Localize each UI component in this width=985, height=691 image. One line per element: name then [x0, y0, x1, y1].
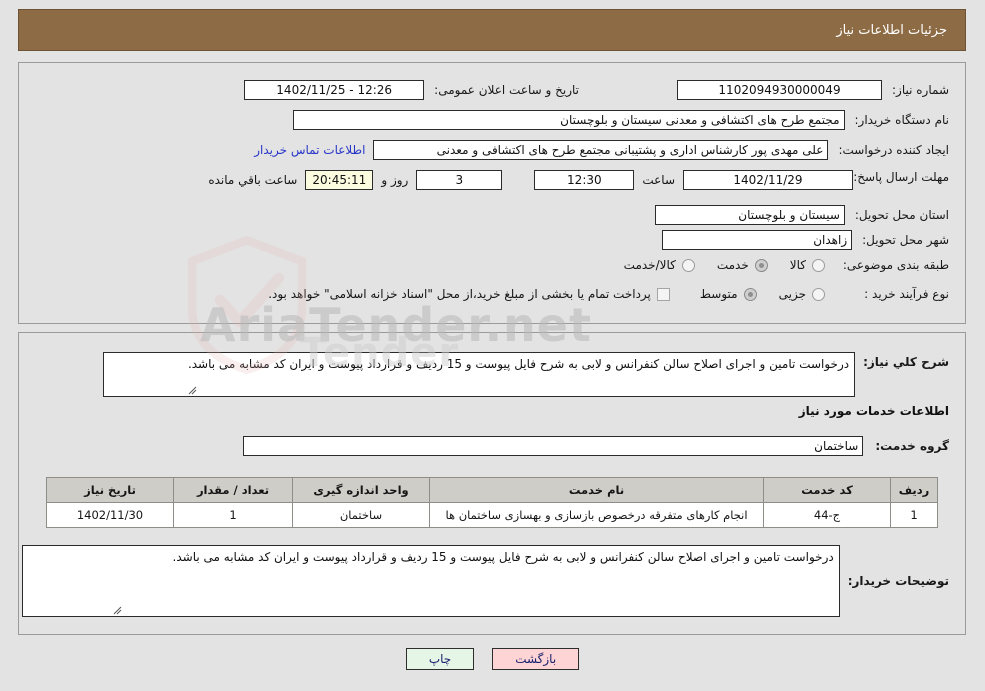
buyer-contact-link[interactable]: اطلاعات تماس خریدار: [254, 143, 365, 157]
buyer-org-label: نام دستگاه خریدار:: [854, 113, 950, 127]
subject-category-option-kala[interactable]: کالا: [790, 258, 825, 272]
deadline-days-value: 3: [416, 170, 503, 190]
deadline-date-value: 1402/11/29: [683, 170, 853, 190]
action-buttons: بازگشت چاپ: [0, 648, 985, 670]
table-header-row: ردیف کد خدمت نام خدمت واحد اندازه گیری ت…: [46, 477, 938, 503]
radio-khedmat-icon[interactable]: [754, 258, 768, 272]
delivery-province-value: سیستان و بلوچستان: [654, 205, 845, 225]
cell-unit: ساختمان: [292, 502, 430, 528]
cell-service-code: ج-44: [763, 502, 891, 528]
purchase-process-option-motavaset-label: متوسط: [699, 287, 738, 301]
subject-category-option-kala-khedmat[interactable]: کالا/خدمت: [624, 258, 695, 272]
buyer-notes-row: توضیحات خریدار: درخواست تامین و اجرای اص…: [21, 545, 949, 617]
purchase-process-option-jozi-label: جزیی: [778, 287, 806, 301]
radio-kala-khedmat-icon[interactable]: [681, 258, 695, 272]
table-row: 1 ج-44 انجام کارهای متفرقه درخصوص بازساز…: [46, 502, 938, 528]
purchase-process-row: نوع فرآیند خرید : جزیی متوسط پرداخت تمام…: [268, 287, 949, 301]
radio-jozi-icon[interactable]: [812, 287, 825, 301]
general-description-textarea[interactable]: درخواست تامین و اجرای اصلاح سالن کنفرانس…: [103, 352, 856, 397]
need-number-label: شماره نیاز:: [892, 83, 949, 97]
cell-row: 1: [890, 502, 938, 528]
deadline-time-label: ساعت: [642, 173, 675, 187]
print-button[interactable]: چاپ: [405, 648, 475, 670]
page-title: جزئیات اطلاعات نیاز: [836, 22, 947, 38]
cell-quantity: 1: [173, 502, 293, 528]
announce-datetime-row: تاریخ و ساعت اعلان عمومی: 12:26 - 1402/1…: [244, 80, 579, 100]
textarea-resize-grip-icon[interactable]: [188, 386, 197, 395]
service-group-row: گروه خدمت: ساختمان: [243, 436, 949, 456]
purchase-process-label: نوع فرآیند خرید :: [864, 287, 949, 301]
col-need-date: تاریخ نیاز: [46, 477, 174, 503]
radio-kala-icon[interactable]: [812, 258, 825, 272]
col-quantity: تعداد / مقدار: [173, 477, 293, 503]
delivery-province-row: استان محل تحویل: سیستان و بلوچستان: [654, 205, 949, 225]
treasury-checkbox-icon[interactable]: [656, 287, 670, 301]
need-info-panel: [18, 62, 966, 324]
subject-category-option-khedmat[interactable]: خدمت: [717, 258, 768, 272]
treasury-note-text: پرداخت تمام یا بخشی از مبلغ خرید،از محل …: [268, 287, 651, 301]
treasury-note-option[interactable]: پرداخت تمام یا بخشی از مبلغ خرید،از محل …: [268, 287, 670, 301]
requester-value: علی مهدی پور کارشناس اداری و پشتیبانی مج…: [373, 140, 829, 160]
services-table: ردیف کد خدمت نام خدمت واحد اندازه گیری ت…: [46, 477, 938, 528]
cell-service-name: انجام کارهای متفرقه درخصوص بازسازی و بهس…: [429, 502, 764, 528]
back-button[interactable]: بازگشت: [492, 648, 580, 670]
buyer-org-value: مجتمع طرح های اکتشافی و معدنی سیستان و ب…: [292, 110, 845, 130]
deadline-label: مهلت ارسال پاسخ: تا تاریخ:: [810, 170, 949, 184]
delivery-city-row: شهر محل تحویل: زاهدان: [662, 230, 949, 250]
need-number-row: شماره نیاز: 1102094930000049: [677, 80, 949, 100]
services-section-title: اطلاعات خدمات مورد نیاز: [798, 404, 949, 418]
purchase-process-option-jozi[interactable]: جزیی: [779, 287, 825, 301]
deadline-time-value: 12:30: [534, 170, 635, 190]
delivery-province-label: استان محل تحویل:: [854, 208, 949, 222]
col-service-name: نام خدمت: [429, 477, 764, 503]
requester-row: ایجاد کننده درخواست: علی مهدی پور کارشنا…: [254, 140, 949, 160]
col-service-code: کد خدمت: [763, 477, 891, 503]
general-description-label: شرح کلي نیاز:: [863, 355, 949, 369]
deadline-countdown-label: ساعت باقي مانده: [208, 173, 298, 187]
delivery-city-value: زاهدان: [662, 230, 853, 250]
subject-category-option-kala-khedmat-label: کالا/خدمت: [623, 258, 676, 272]
subject-category-label: طبقه بندی موضوعی:: [842, 258, 949, 272]
general-description-row: شرح کلي نیاز: درخواست تامین و اجرای اصلا…: [103, 352, 949, 397]
page-header: جزئیات اطلاعات نیاز: [18, 9, 966, 51]
col-unit: واحد اندازه گیری: [292, 477, 430, 503]
announce-datetime-label: تاریخ و ساعت اعلان عمومی:: [434, 83, 579, 97]
buyer-notes-label: توضیحات خریدار:: [847, 574, 949, 588]
service-group-value: ساختمان: [243, 436, 864, 456]
delivery-city-label: شهر محل تحویل:: [862, 233, 949, 247]
need-number-value: 1102094930000049: [677, 80, 882, 100]
deadline-days-label: روز و: [381, 173, 409, 187]
subject-category-row: طبقه بندی موضوعی: کالا خدمت کالا/خدمت: [624, 258, 949, 272]
radio-motavaset-icon[interactable]: [743, 287, 757, 301]
service-group-label: گروه خدمت:: [875, 439, 949, 453]
deadline-countdown-value: 20:45:11: [305, 170, 374, 190]
subject-category-option-khedmat-label: خدمت: [716, 258, 749, 272]
cell-need-date: 1402/11/30: [46, 502, 174, 528]
subject-category-option-kala-label: کالا: [789, 258, 806, 272]
col-row: ردیف: [890, 477, 938, 503]
announce-datetime-value: 12:26 - 1402/11/25: [244, 80, 425, 100]
buyer-notes-textarea[interactable]: درخواست تامین و اجرای اصلاح سالن کنفرانس…: [21, 545, 840, 617]
purchase-process-option-motavaset[interactable]: متوسط: [700, 287, 757, 301]
deadline-row: مهلت ارسال پاسخ: تا تاریخ: 1402/11/29 سا…: [208, 170, 949, 190]
buyer-notes-resize-grip-icon[interactable]: [113, 606, 122, 615]
buyer-org-row: نام دستگاه خریدار: مجتمع طرح های اکتشافی…: [292, 110, 950, 130]
requester-label: ایجاد کننده درخواست:: [838, 143, 949, 157]
